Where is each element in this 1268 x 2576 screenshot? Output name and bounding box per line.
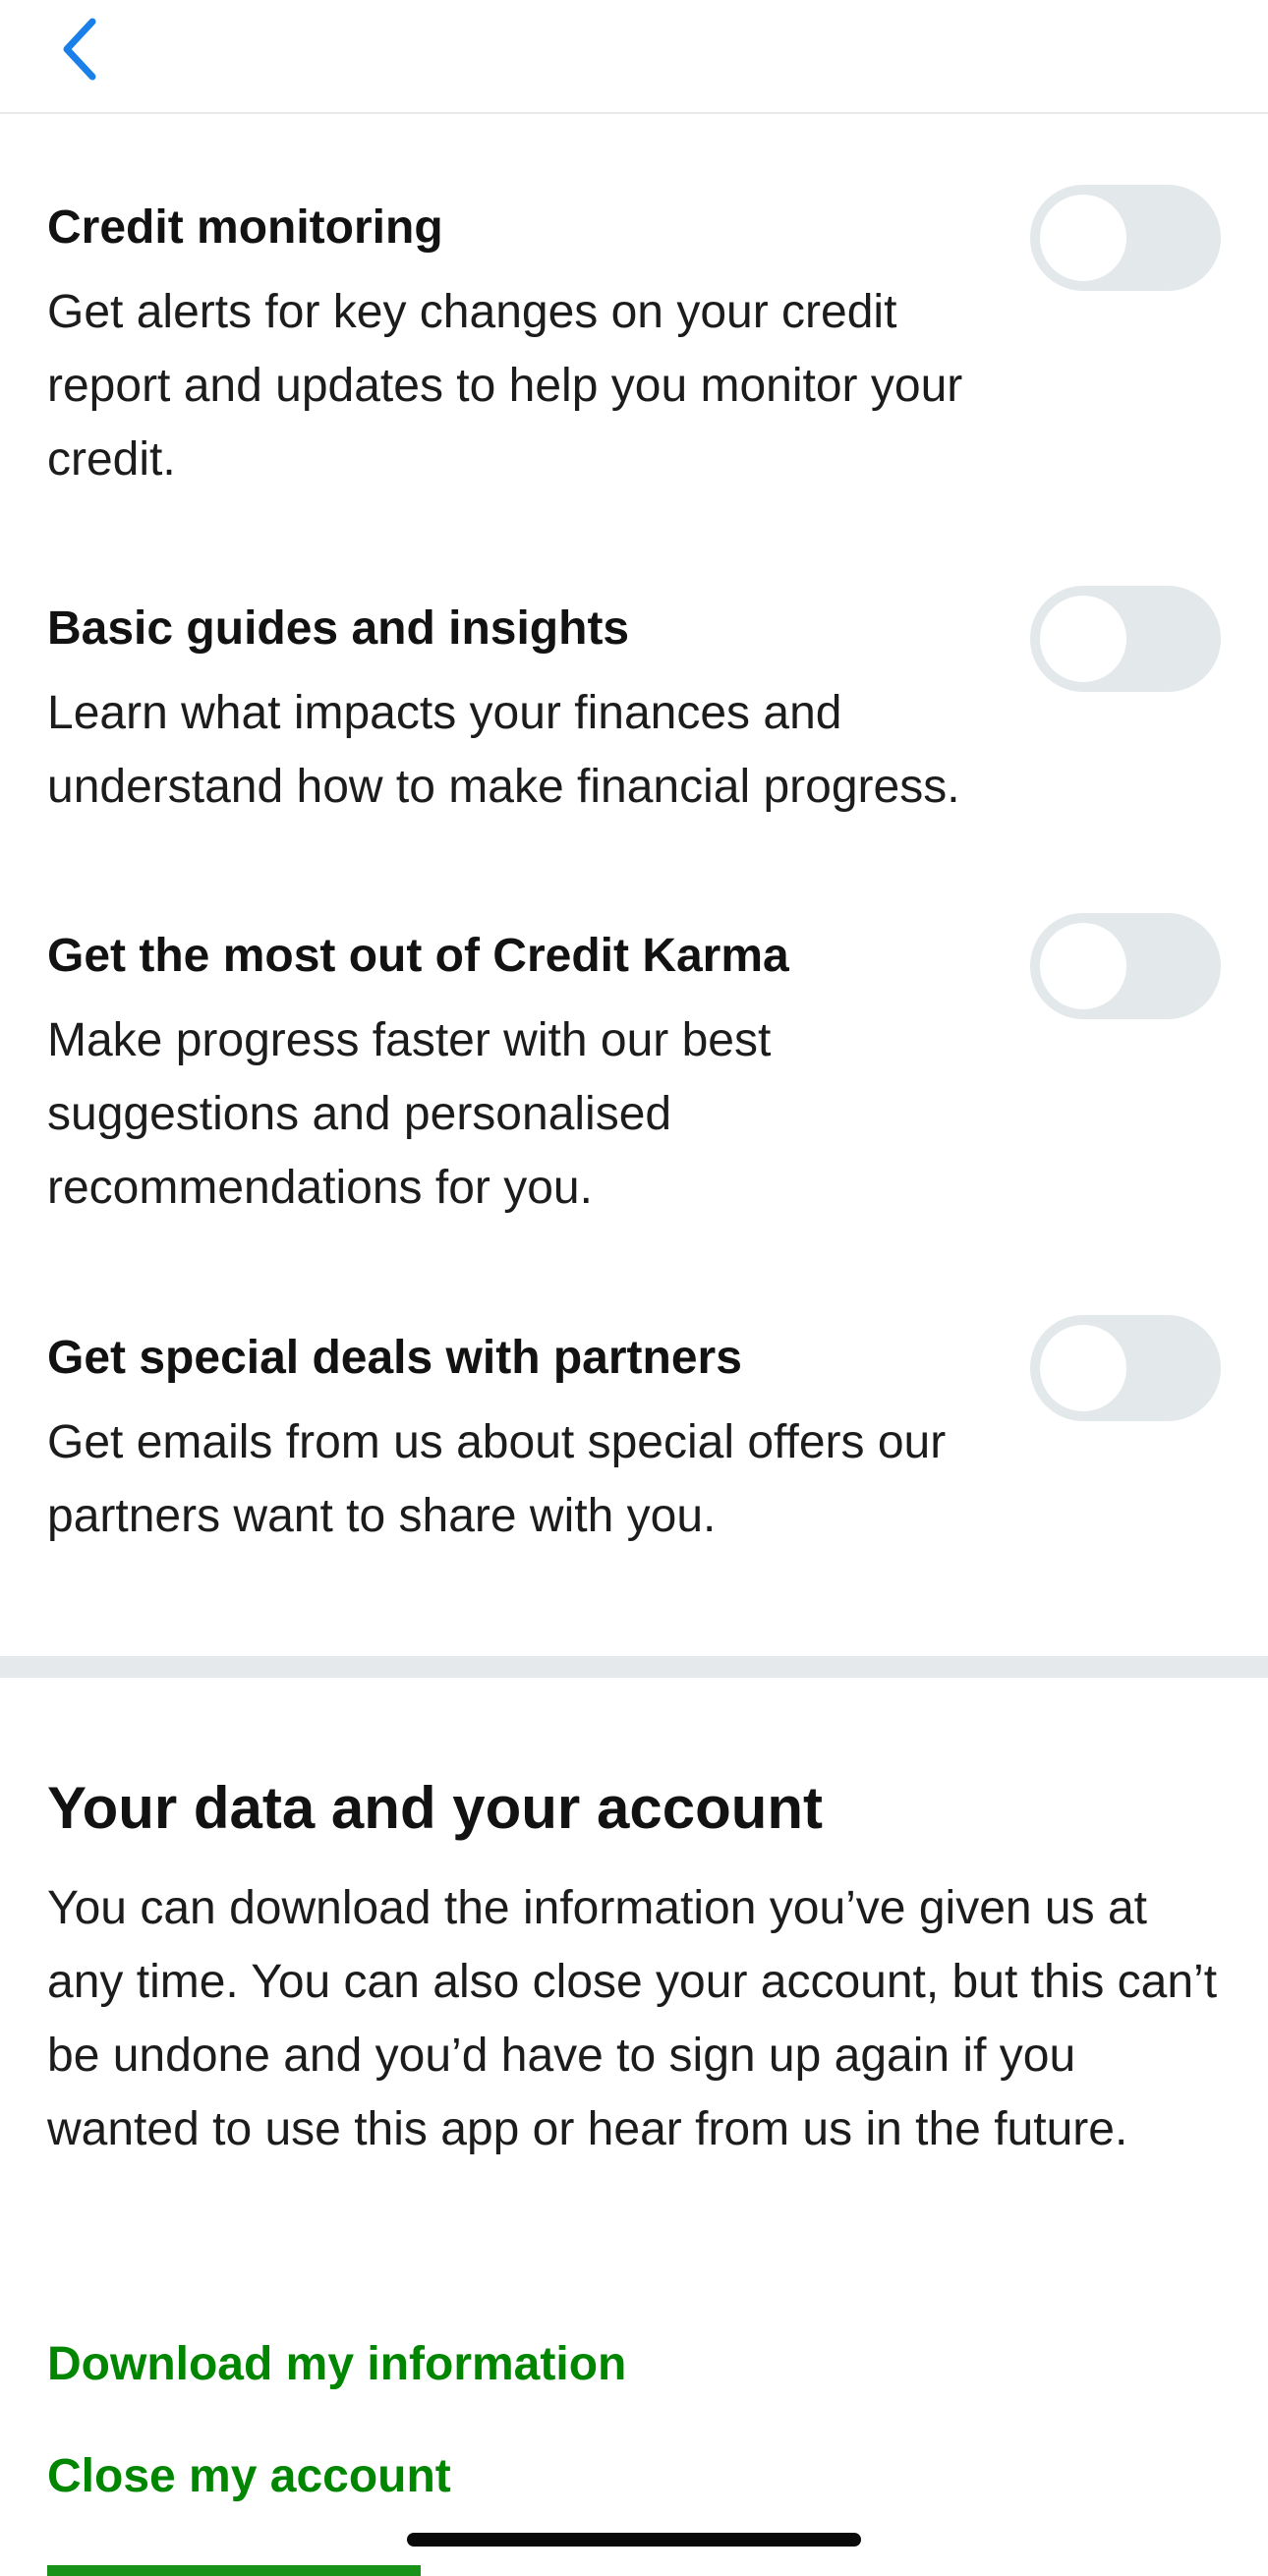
- preference-title: Basic guides and insights: [47, 602, 630, 655]
- basic-guides-toggle[interactable]: [1030, 586, 1221, 692]
- toggle-knob: [1040, 596, 1126, 682]
- preference-title: Credit monitoring: [47, 201, 443, 254]
- home-indicator: [407, 2533, 861, 2547]
- preference-description: Make progress faster with our best sugge…: [47, 1014, 772, 1214]
- preference-title: Get the most out of Credit Karma: [47, 930, 789, 982]
- cut-off-link-text[interactable]: [47, 2565, 421, 2576]
- data-section-title: Your data and your account: [47, 1775, 823, 1841]
- toggle-knob: [1040, 923, 1126, 1009]
- preference-title: Get special deals with partners: [47, 1332, 742, 1384]
- back-button[interactable]: [39, 10, 118, 88]
- preference-description: Learn what impacts your finances and und…: [47, 687, 960, 813]
- credit-monitoring-toggle[interactable]: [1030, 185, 1221, 291]
- section-divider: [0, 1656, 1268, 1678]
- toggle-knob: [1040, 1325, 1126, 1411]
- navigation-bar: [0, 0, 1268, 114]
- special-deals-toggle[interactable]: [1030, 1315, 1221, 1421]
- chevron-left-icon: [63, 18, 96, 81]
- preference-description: Get emails from us about special offers …: [47, 1416, 947, 1542]
- download-information-link[interactable]: Download my information: [47, 2333, 626, 2396]
- data-section-body: You can download the information you’ve …: [47, 1882, 1218, 2155]
- partially-visible-link: [47, 2551, 637, 2576]
- toggle-knob: [1040, 195, 1126, 281]
- preference-description: Get alerts for key changes on your credi…: [47, 286, 963, 486]
- close-account-link[interactable]: Close my account: [47, 2445, 451, 2508]
- most-out-of-credit-karma-toggle[interactable]: [1030, 913, 1221, 1019]
